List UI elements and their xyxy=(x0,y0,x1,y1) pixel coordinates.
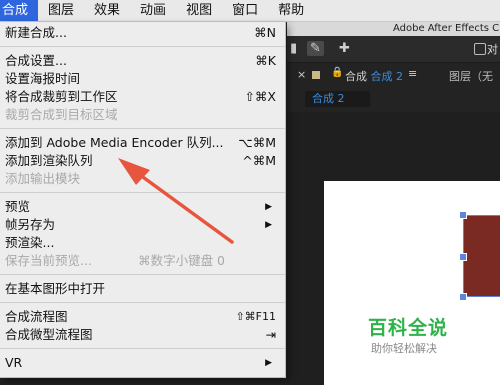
solid-layer[interactable] xyxy=(463,215,500,297)
submenu-arrow-icon: ▶ xyxy=(265,358,272,368)
menu-item-set-poster-time[interactable]: 设置海报时间 xyxy=(0,70,285,88)
menu-item-mini-flowchart[interactable]: 合成微型流程图 ⇥ xyxy=(0,326,285,344)
snap-label: 对 xyxy=(487,43,498,56)
tool-icon[interactable]: ▮ xyxy=(290,41,297,56)
layer-panel-tab[interactable]: 图层（无 xyxy=(449,68,493,84)
shortcut: ⌘K xyxy=(255,53,276,68)
menu-item-vr[interactable]: VR ▶ xyxy=(0,354,285,372)
panel-menu-icon[interactable]: ≡ xyxy=(408,67,417,80)
menu-view[interactable]: 视图 xyxy=(176,0,222,21)
menu-separator xyxy=(0,348,285,349)
menu-effect[interactable]: 效果 xyxy=(84,0,130,21)
menu-animation[interactable]: 动画 xyxy=(130,0,176,21)
menu-item-trim-comp-to-work-area[interactable]: 将合成裁剪到工作区 ⇧⌘X xyxy=(0,88,285,106)
watermark-title: 百科全说 xyxy=(368,317,449,339)
shortcut: ^⌘M xyxy=(242,153,276,168)
menu-layer[interactable]: 图层 xyxy=(38,0,84,21)
tools-toolbar: ▮ ✎ ✚ 对 xyxy=(287,36,500,63)
snap-checkbox[interactable] xyxy=(474,43,486,55)
menu-item-save-frame-as[interactable]: 帧另存为 ▶ xyxy=(0,216,285,234)
menu-item-pre-render[interactable]: 预渲染... xyxy=(0,234,285,252)
watermark-subtitle: 助你轻松解决 xyxy=(371,342,437,355)
transform-handle[interactable] xyxy=(459,253,467,261)
shortcut: ⌘数字小键盘 0 xyxy=(138,253,225,268)
lock-icon[interactable]: 🔒 xyxy=(331,67,343,78)
composition-panel-header: × 🔒 合成 合成 2 ≡ 图层（无 xyxy=(287,63,500,87)
menu-item-open-in-essential-graphics[interactable]: 在基本图形中打开 xyxy=(0,280,285,298)
shortcut: ⌥⌘M xyxy=(238,135,276,150)
menu-item-crop-comp-to-region: 裁剪合成到目标区域 xyxy=(5,107,118,122)
menu-separator xyxy=(0,46,285,47)
shortcut: ⇧⌘F11 xyxy=(235,310,276,323)
composition-tab[interactable]: 合成 2 xyxy=(305,91,370,107)
menu-window[interactable]: 窗口 xyxy=(222,0,268,21)
panel-title[interactable]: 合成 合成 2 xyxy=(345,68,403,84)
menu-item-add-to-media-encoder[interactable]: 添加到 Adobe Media Encoder 队列... ⌥⌘M xyxy=(0,134,285,152)
menu-item-add-output-module: 添加输出模块 xyxy=(5,171,81,186)
menu-item-preview[interactable]: 预览 ▶ xyxy=(0,198,285,216)
submenu-arrow-icon: ▶ xyxy=(265,220,272,230)
shortcut: ⇥ xyxy=(265,327,276,342)
shortcut: ⇧⌘X xyxy=(244,89,276,104)
puppet-pin-icon[interactable]: ✚ xyxy=(339,41,350,56)
menu-item-new-composition[interactable]: 新建合成... ⌘N xyxy=(0,24,285,42)
mac-menu-bar: 合成 图层 效果 动画 视图 窗口 帮助 xyxy=(0,0,500,22)
menu-separator xyxy=(0,302,285,303)
menu-help[interactable]: 帮助 xyxy=(268,0,314,21)
window-titlebar: Adobe After Effects C xyxy=(287,22,500,36)
menu-separator xyxy=(0,274,285,275)
menu-item-add-to-render-queue[interactable]: 添加到渲染队列 ^⌘M xyxy=(0,152,285,170)
menu-item-composition-flowchart[interactable]: 合成流程图 ⇧⌘F11 xyxy=(0,308,285,326)
menu-separator xyxy=(0,128,285,129)
transform-handle[interactable] xyxy=(459,211,467,219)
menu-composition[interactable]: 合成 xyxy=(0,0,39,21)
menu-item-save-current-preview: 保存当前预览... ⌘数字小键盘 0 xyxy=(5,253,225,268)
menu-separator xyxy=(0,192,285,193)
pen-tool-icon[interactable]: ✎ xyxy=(307,41,324,56)
transform-handle[interactable] xyxy=(459,293,467,301)
submenu-arrow-icon: ▶ xyxy=(265,202,272,212)
label-color-swatch xyxy=(312,71,320,79)
window-title: Adobe After Effects C xyxy=(393,23,500,34)
close-icon[interactable]: × xyxy=(297,68,306,81)
menu-item-composition-settings[interactable]: 合成设置... ⌘K xyxy=(0,52,285,70)
shortcut: ⌘N xyxy=(254,25,276,40)
composition-dropdown-menu: 新建合成... ⌘N 合成设置... ⌘K 设置海报时间 将合成裁剪到工作区 ⇧⌘X … xyxy=(0,22,286,378)
